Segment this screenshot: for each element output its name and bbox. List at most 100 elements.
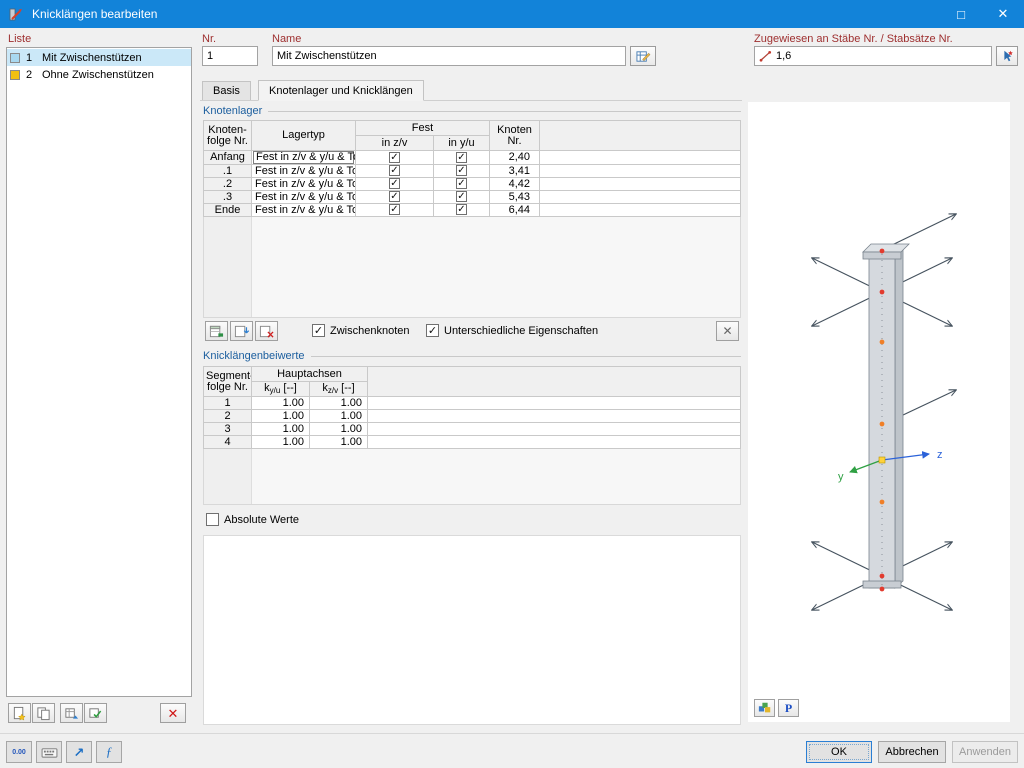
factor-row: 2 1.00 1.00: [203, 409, 741, 423]
member-icon: [759, 50, 772, 62]
name-input[interactable]: [272, 46, 626, 66]
input-keyboard-button[interactable]: [36, 741, 62, 763]
edit-name-button[interactable]: [630, 46, 656, 66]
list-item-ohne-zwischenstuetzen[interactable]: 2 Ohne Zwischenstützen: [7, 66, 191, 83]
checkbox-box[interactable]: ✓: [312, 324, 325, 337]
beiwerte-section-header: Knicklängenbeiwerte: [203, 350, 741, 362]
absolute-werte-checkbox[interactable]: ✓ Absolute Werte: [206, 513, 299, 526]
col-header-hauptachsen: Hauptachsen: [250, 366, 369, 382]
ky-value-cell[interactable]: 1.00: [251, 396, 310, 410]
pointer-select-icon: [1004, 50, 1013, 62]
unterschiedliche-eigenschaften-checkbox[interactable]: ✓ Unterschiedliche Eigenschaften: [426, 324, 598, 337]
kz-value-cell[interactable]: 1.00: [308, 396, 369, 410]
fixed-yu-checkbox[interactable]: ✓: [456, 191, 467, 203]
delete-entry-button[interactable]: ✕: [160, 703, 186, 723]
new-entry-button[interactable]: [8, 703, 31, 723]
fixed-zv-checkbox[interactable]: ✓: [389, 165, 400, 177]
list-item-label: Mit Zwischenstützen: [42, 51, 142, 64]
fixed-yu-cell[interactable]: ✓: [433, 203, 490, 217]
insert-support-button[interactable]: [230, 321, 253, 341]
formula-button[interactable]: ƒ: [96, 741, 122, 763]
fixed-zv-cell[interactable]: ✓: [355, 190, 434, 204]
model-viewport[interactable]: y z P: [748, 102, 1010, 722]
import-button[interactable]: ↗: [66, 741, 92, 763]
support-type-cell[interactable]: Fest in z/v & y/u & To...: [251, 190, 356, 204]
support-type-cell[interactable]: Fest in z/v & y/u & To...: [251, 164, 356, 178]
close-button[interactable]: ✕: [982, 0, 1024, 28]
maximize-button[interactable]: □: [940, 0, 982, 28]
tab-basis[interactable]: Basis: [202, 81, 251, 101]
ky-value-cell[interactable]: 1.00: [251, 422, 310, 436]
fixed-zv-cell[interactable]: ✓: [355, 164, 434, 178]
print-graphic-button[interactable]: P: [778, 699, 799, 717]
fixed-yu-checkbox[interactable]: ✓: [456, 178, 467, 190]
comment-area[interactable]: [203, 535, 741, 725]
fixed-yu-checkbox[interactable]: ✓: [456, 204, 467, 216]
clear-supports-button[interactable]: ✕: [716, 321, 739, 341]
fixed-zv-checkbox[interactable]: ✓: [389, 151, 400, 163]
assigned-members-field[interactable]: 1,6: [754, 46, 992, 66]
axis-z-label: z: [937, 449, 943, 461]
ky-value-cell[interactable]: 1.00: [251, 435, 310, 449]
assigned-label: Zugewiesen an Stäbe Nr. / Stabsätze Nr.: [754, 33, 953, 45]
col-header-segment-sequence: Segment-folge Nr.: [203, 366, 252, 397]
support-row: .2 Fest in z/v & y/u & To... ✓ ✓ 4,42: [203, 177, 741, 191]
cancel-button[interactable]: Abbrechen: [878, 741, 946, 763]
list-item-mit-zwischenstuetzen[interactable]: 1 Mit Zwischenstützen: [7, 49, 191, 66]
select-members-button[interactable]: [996, 46, 1018, 66]
edit-supports-button[interactable]: [205, 321, 228, 341]
delete-support-button[interactable]: [255, 321, 278, 341]
fixed-yu-cell[interactable]: ✓: [433, 190, 490, 204]
nr-input[interactable]: [202, 46, 258, 66]
fixed-zv-checkbox[interactable]: ✓: [389, 191, 400, 203]
check-entries-button[interactable]: [84, 703, 107, 723]
checkbox-box[interactable]: ✓: [426, 324, 439, 337]
segment-number-cell: 2: [203, 409, 252, 423]
fixed-yu-checkbox[interactable]: ✓: [456, 151, 467, 163]
node-support-table[interactable]: Knoten-folge Nr. Lagertyp Fest Knoten Nr.…: [203, 120, 741, 217]
list-label: Liste: [8, 33, 32, 45]
tab-knotenlager-und-knicklaengen[interactable]: Knotenlager und Knicklängen: [258, 80, 424, 101]
fixed-zv-cell[interactable]: ✓: [355, 177, 434, 191]
fixed-yu-cell[interactable]: ✓: [433, 150, 490, 165]
fixed-zv-checkbox[interactable]: ✓: [389, 204, 400, 216]
support-type-cell[interactable]: Fest in z/v & y/u & To...: [251, 203, 356, 217]
titlebar[interactable]: Knicklängen bearbeiten □ ✕: [0, 0, 1024, 28]
app-icon: [8, 6, 24, 22]
zwischenknoten-checkbox[interactable]: ✓ Zwischenknoten: [312, 324, 410, 337]
segment-number-cell: 4: [203, 435, 252, 449]
renumber-entries-button[interactable]: [60, 703, 83, 723]
segment-number-cell: 1: [203, 396, 252, 410]
node-number-cell[interactable]: 5,43: [489, 190, 540, 204]
node-number-cell[interactable]: 2,40: [489, 150, 540, 165]
name-label: Name: [272, 33, 302, 45]
ky-value-cell[interactable]: 1.00: [251, 409, 310, 423]
node-number-cell[interactable]: 6,44: [489, 203, 540, 217]
units-button[interactable]: 0.00: [6, 741, 32, 763]
empty-cell: [539, 203, 741, 217]
node-sequence-cell: .3: [203, 190, 252, 204]
kz-value-cell[interactable]: 1.00: [308, 422, 369, 436]
fixed-yu-checkbox[interactable]: ✓: [456, 165, 467, 177]
empty-cell: [539, 190, 741, 204]
support-type-cell[interactable]: Fest in z/v & y/u & To...: [251, 177, 356, 191]
kz-value-cell[interactable]: 1.00: [308, 435, 369, 449]
node-sequence-cell: Ende: [203, 203, 252, 217]
fixed-yu-cell[interactable]: ✓: [433, 177, 490, 191]
ok-button[interactable]: OK: [806, 741, 872, 763]
fixed-zv-checkbox[interactable]: ✓: [389, 178, 400, 190]
fixed-zv-cell[interactable]: ✓: [355, 150, 434, 165]
kz-value-cell[interactable]: 1.00: [308, 409, 369, 423]
copy-entry-button[interactable]: [32, 703, 55, 723]
buckling-factors-table[interactable]: Segment-folge Nr. Hauptachsen ky/u [--] …: [203, 366, 741, 449]
checkbox-box[interactable]: ✓: [206, 513, 219, 526]
node-sequence-cell: .1: [203, 164, 252, 178]
empty-cell: [539, 164, 741, 178]
node-number-cell[interactable]: 3,41: [489, 164, 540, 178]
support-type-cell[interactable]: Fest in z/v & y/u & To...: [251, 150, 356, 165]
entries-list[interactable]: 1 Mit Zwischenstützen 2 Ohne Zwischenstü…: [6, 47, 192, 697]
fixed-zv-cell[interactable]: ✓: [355, 203, 434, 217]
display-properties-button[interactable]: [754, 699, 775, 717]
fixed-yu-cell[interactable]: ✓: [433, 164, 490, 178]
node-number-cell[interactable]: 4,42: [489, 177, 540, 191]
